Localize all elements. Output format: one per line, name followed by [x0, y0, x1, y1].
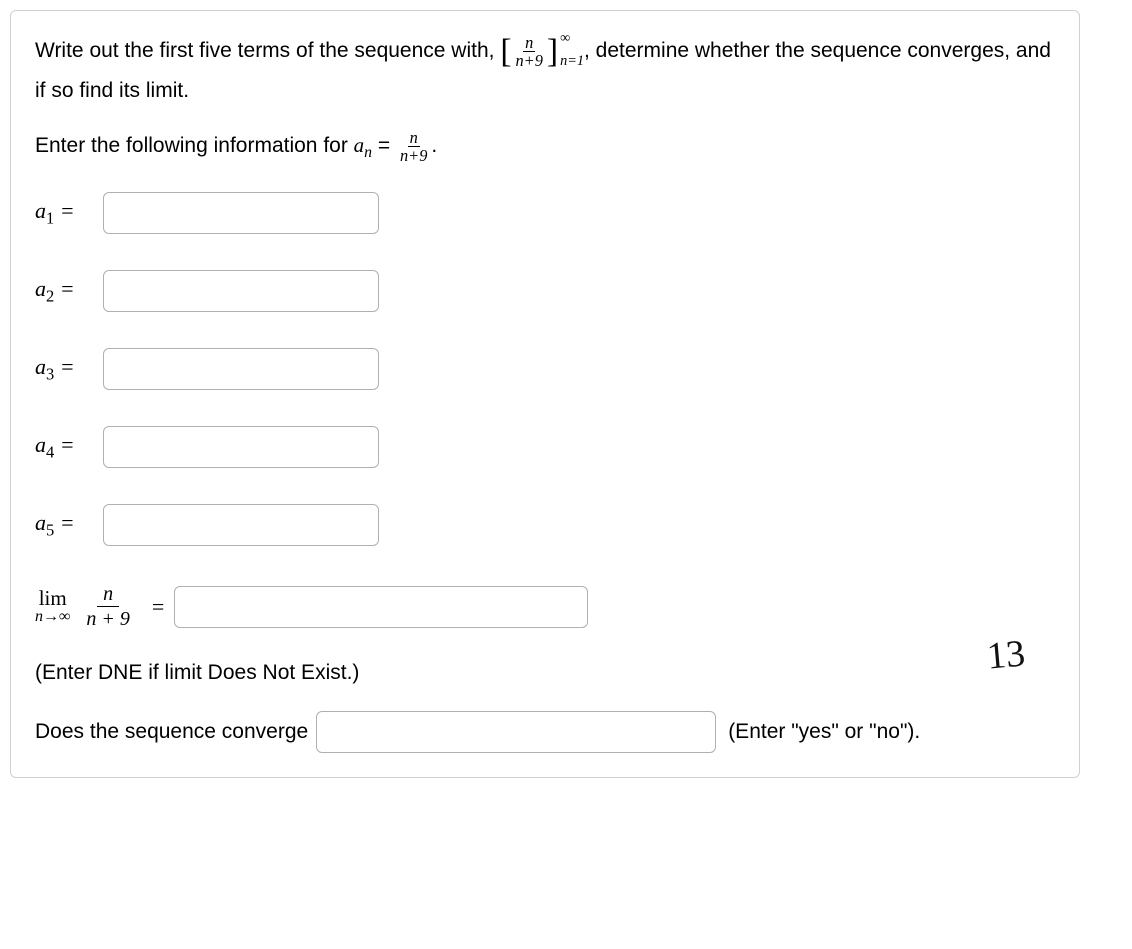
limit-symbol: lim n→∞ — [35, 588, 70, 625]
a2-input[interactable] — [103, 270, 379, 312]
term-row-a5: a5 = — [35, 504, 1055, 546]
an-fraction: n n+9 — [398, 129, 429, 164]
a5-label: a5 = — [35, 510, 91, 540]
converge-row: Does the sequence converge (Enter "yes" … — [35, 711, 1055, 753]
problem-statement: Write out the first five terms of the se… — [35, 31, 1055, 111]
a4-input[interactable] — [103, 426, 379, 468]
converge-question: Does the sequence converge — [35, 720, 308, 744]
limit-fraction: n n + 9 — [80, 582, 136, 631]
a1-input[interactable] — [103, 192, 379, 234]
a1-label: a1 = — [35, 198, 91, 228]
a3-label: a3 = — [35, 354, 91, 384]
a5-input[interactable] — [103, 504, 379, 546]
term-row-a4: a4 = — [35, 426, 1055, 468]
converge-hint: (Enter "yes" or "no"). — [728, 720, 920, 744]
limit-row: lim n→∞ n n + 9 = — [35, 582, 1055, 631]
problem-text-before: Write out the first five terms of the se… — [35, 39, 500, 62]
term-row-a2: a2 = — [35, 270, 1055, 312]
term-row-a3: a3 = — [35, 348, 1055, 390]
limit-input[interactable] — [174, 586, 588, 628]
limit-expression: lim n→∞ n n + 9 = — [35, 582, 174, 631]
converge-input[interactable] — [316, 711, 716, 753]
a3-input[interactable] — [103, 348, 379, 390]
a2-label: a2 = — [35, 276, 91, 306]
dne-note: (Enter DNE if limit Does Not Exist.) — [35, 661, 1055, 685]
handwritten-annotation: 13 — [985, 632, 1027, 679]
an-symbol: an — [354, 133, 372, 157]
sequence-formula: [ n n+9 ] ∞ n=1 — [500, 34, 584, 70]
sequence-fraction: n n+9 — [514, 34, 545, 69]
term-row-a1: a1 = — [35, 192, 1055, 234]
question-container: Write out the first five terms of the se… — [10, 10, 1080, 778]
right-bracket-icon: ] — [547, 35, 558, 69]
sub-instruction: Enter the following information for an =… — [35, 129, 1055, 164]
a4-label: a4 = — [35, 432, 91, 462]
left-bracket-icon: [ — [500, 35, 511, 69]
sequence-bounds: ∞ n=1 — [560, 34, 584, 70]
